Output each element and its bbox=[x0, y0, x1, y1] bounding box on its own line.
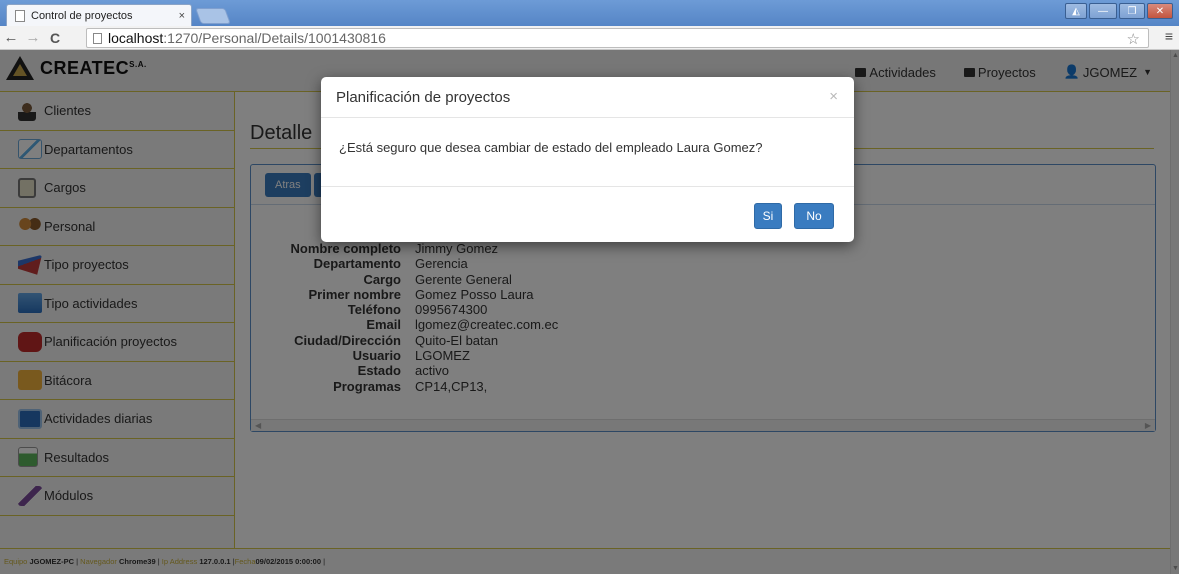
forward-arrow-icon[interactable]: → bbox=[22, 29, 44, 46]
minimize-icon[interactable]: — bbox=[1089, 3, 1117, 19]
dialog-title: Planificación de proyectos bbox=[336, 88, 511, 106]
close-window-icon[interactable]: ✕ bbox=[1147, 3, 1173, 19]
dialog-body: ¿Está seguro que desea cambiar de estado… bbox=[321, 118, 854, 187]
confirm-dialog: Planificación de proyectos × ¿Está segur… bbox=[321, 77, 854, 242]
reload-icon[interactable]: C bbox=[44, 30, 66, 46]
window-controls: ◭ — ❐ ✕ bbox=[1065, 3, 1173, 19]
back-arrow-icon[interactable]: ← bbox=[0, 29, 22, 46]
page-icon bbox=[93, 32, 102, 44]
dialog-close-icon[interactable]: × bbox=[829, 88, 838, 105]
dialog-header: Planificación de proyectos bbox=[321, 77, 854, 118]
browser-tab[interactable]: Control de proyectos × bbox=[6, 4, 192, 26]
dialog-footer: Si No bbox=[321, 187, 854, 242]
url-input[interactable]: localhost:1270/Personal/Details/10014308… bbox=[86, 28, 1149, 48]
yes-button[interactable]: Si bbox=[754, 203, 782, 229]
url-path: :1270/Personal/Details/1001430816 bbox=[163, 30, 386, 46]
browser-menu-icon[interactable]: ≡ bbox=[1165, 28, 1173, 44]
dialog-message: ¿Está seguro que desea cambiar de estado… bbox=[339, 140, 763, 155]
maximize-icon[interactable]: ❐ bbox=[1119, 3, 1145, 19]
tab-close-icon[interactable]: × bbox=[179, 10, 185, 22]
no-button[interactable]: No bbox=[794, 203, 834, 229]
bookmark-star-icon[interactable]: ☆ bbox=[1127, 30, 1140, 48]
user-profile-icon[interactable]: ◭ bbox=[1065, 3, 1087, 19]
new-tab-button[interactable] bbox=[195, 8, 231, 24]
address-bar: ← → C localhost:1270/Personal/Details/10… bbox=[0, 26, 1179, 50]
url-host: localhost bbox=[108, 30, 164, 46]
browser-titlebar: Control de proyectos × ◭ — ❐ ✕ bbox=[0, 0, 1179, 26]
tab-title: Control de proyectos bbox=[31, 9, 133, 22]
page-icon bbox=[15, 9, 25, 22]
